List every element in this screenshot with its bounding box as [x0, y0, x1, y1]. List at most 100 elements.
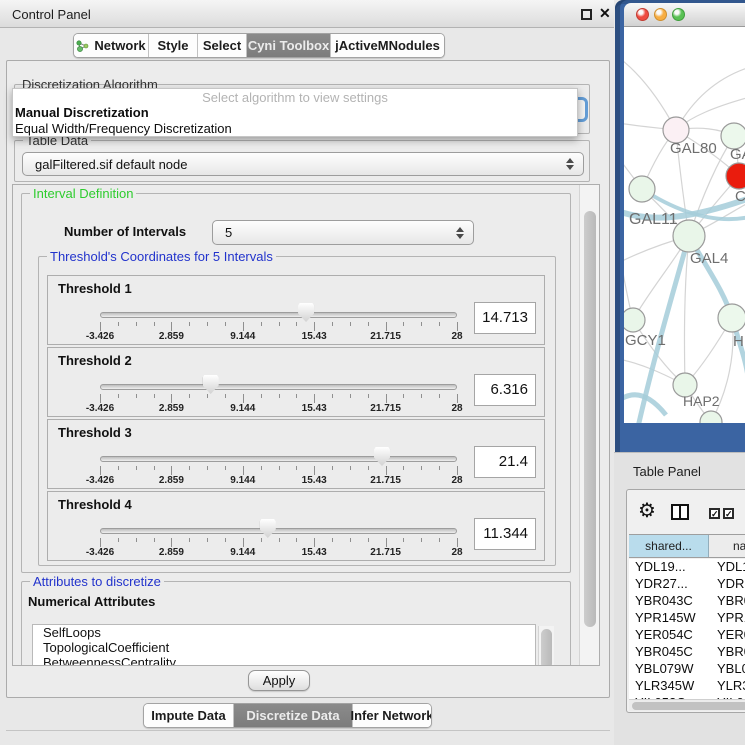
- numerical-attributes-list[interactable]: SelfLoopsTopologicalCoefficientBetweenne…: [32, 624, 536, 666]
- slider-tick-labels: -3.4262.8599.14415.4321.71528: [100, 403, 457, 415]
- table-cell-name: YLR3: [709, 678, 745, 695]
- settings-scroll-viewport: Interval Definition Number of Intervals …: [12, 184, 600, 666]
- tab-impute-data[interactable]: Impute Data: [144, 704, 234, 727]
- close-traffic-light[interactable]: [636, 8, 649, 21]
- number-of-intervals-label: Number of Intervals: [64, 224, 186, 239]
- attribute-list-item[interactable]: TopologicalCoefficient: [33, 640, 535, 655]
- tab-discretize-data[interactable]: Discretize Data: [234, 704, 353, 727]
- table-cell-shared: YBL079W: [629, 661, 709, 678]
- threshold-value-field[interactable]: 21.4: [474, 446, 536, 478]
- attribute-browser-panel: ⚙ ✓ ✓ shared... na YDL19...YDL1YDR27...Y…: [626, 489, 745, 713]
- threshold-row: Threshold 4 -3.4262.8599.14415.4321.71528…: [47, 491, 545, 561]
- column-header-name[interactable]: na: [709, 535, 745, 557]
- table-row[interactable]: YBR045CYBR0: [629, 644, 745, 661]
- slider-track[interactable]: [100, 528, 457, 534]
- table-cell-name: YBR0: [709, 593, 745, 610]
- tab-cyni-toolbox[interactable]: Cyni Toolbox: [247, 34, 331, 57]
- table-row[interactable]: YPR145WYPR1: [629, 610, 745, 627]
- table-cell-name: YDR2: [709, 576, 745, 593]
- combo-arrows-icon: [566, 158, 574, 170]
- spinner-arrows-icon: [456, 227, 464, 239]
- threshold-row: Threshold 3-3.4262.8599.14415.4321.71528…: [47, 419, 545, 489]
- table-row[interactable]: YBR043CYBR0: [629, 593, 745, 610]
- select-all-icon[interactable]: ✓: [709, 508, 720, 519]
- table-cell-name: YPR1: [709, 610, 745, 627]
- close-icon[interactable]: ✕: [599, 5, 611, 22]
- threshold-value-field[interactable]: 6.316: [474, 374, 536, 406]
- float-window-icon[interactable]: [581, 9, 592, 20]
- table-cell-shared: YPR145W: [629, 610, 709, 627]
- tab-label: jActiveMNodules: [335, 38, 440, 53]
- table-row[interactable]: YLR345WYLR3: [629, 678, 745, 695]
- control-panel-header: Control Panel ✕: [0, 0, 614, 28]
- tab-infer-network[interactable]: Infer Network: [353, 704, 431, 727]
- slider-track[interactable]: [100, 384, 457, 390]
- table-row[interactable]: YER054CYER0: [629, 627, 745, 644]
- table-hscrollbar[interactable]: [629, 699, 745, 711]
- right-node[interactable]: [718, 304, 745, 332]
- tab-style[interactable]: Style: [149, 34, 198, 57]
- slider-track[interactable]: [100, 456, 457, 462]
- slider-thumb[interactable]: [260, 519, 276, 538]
- table-header-row: shared... na: [629, 534, 745, 558]
- split-columns-icon[interactable]: [671, 504, 689, 520]
- attribute-list-item[interactable]: SelfLoops: [33, 625, 535, 640]
- slider-track[interactable]: [100, 312, 457, 318]
- attributes-scrollbar-thumb[interactable]: [541, 629, 552, 666]
- table-panel-title: Table Panel: [633, 464, 701, 479]
- minimize-traffic-light[interactable]: [654, 8, 667, 21]
- network-icon: [76, 39, 89, 52]
- tab-label: Impute Data: [151, 708, 225, 723]
- tab-label: Style: [157, 38, 188, 53]
- slider-tick-labels: -3.4262.8599.14415.4321.71528: [100, 475, 457, 487]
- threshold-label: Threshold 4: [58, 497, 132, 512]
- gear-icon[interactable]: ⚙: [638, 498, 656, 523]
- network-window-titlebar[interactable]: [624, 3, 745, 27]
- column-header-shared[interactable]: shared...: [629, 535, 709, 557]
- network-view-canvas[interactable]: GAL80GACGAL11GAL4GCY1HHAP2: [624, 27, 745, 423]
- table-row[interactable]: YDR27...YDR2: [629, 576, 745, 593]
- tab-label: Cyni Toolbox: [248, 38, 329, 53]
- tab-select[interactable]: Select: [198, 34, 247, 57]
- panel-title: Control Panel: [12, 7, 91, 22]
- table-cell-shared: YER054C: [629, 627, 709, 644]
- number-of-intervals-spinner[interactable]: 5: [212, 220, 474, 245]
- network-node-label: GAL4: [690, 250, 728, 267]
- gal11-node[interactable]: [629, 176, 655, 202]
- table-panel: Table Panel ⚙ ✓ ✓ shared... na YDL19...Y…: [614, 452, 745, 745]
- threshold-value-field[interactable]: 14.713: [474, 302, 536, 334]
- slider-thumb[interactable]: [203, 375, 219, 394]
- network-window[interactable]: GAL80GACGAL11GAL4GCY1HHAP2: [615, 0, 745, 452]
- apply-button[interactable]: Apply: [248, 670, 310, 691]
- table-data-combobox[interactable]: galFiltered.sif default node: [22, 152, 584, 176]
- network-node-label: GA: [730, 146, 745, 163]
- network-node-label: HAP2: [683, 393, 720, 409]
- slider-tick-labels: -3.4262.8599.14415.4321.71528: [100, 547, 457, 559]
- tab-label: Select: [203, 38, 241, 53]
- network-edge: [676, 67, 745, 130]
- table-cell-shared: YLR345W: [629, 678, 709, 695]
- tab-network[interactable]: Network: [74, 34, 149, 57]
- settings-scrollbar-thumb[interactable]: [584, 211, 596, 627]
- algorithm-option-equal-width[interactable]: Equal Width/Frequency Discretization: [15, 121, 232, 136]
- settings-scrollbar[interactable]: [579, 185, 599, 665]
- table-row[interactable]: YDL19...YDL1: [629, 559, 745, 576]
- algorithm-option-manual[interactable]: Manual Discretization: [15, 105, 149, 120]
- network-node-label: GCY1: [625, 332, 666, 349]
- attribute-list-item[interactable]: BetweennessCentrality: [33, 655, 535, 666]
- tab-jactivemnodules[interactable]: jActiveMNodules: [331, 34, 444, 57]
- table-hscrollbar-thumb[interactable]: [632, 702, 745, 710]
- attributes-box: Attributes to discretize Numerical Attri…: [21, 581, 571, 666]
- select-all-icon[interactable]: ✓: [723, 508, 734, 519]
- slider-thumb[interactable]: [374, 447, 390, 466]
- attributes-title: Attributes to discretize: [30, 574, 164, 589]
- zoom-traffic-light[interactable]: [672, 8, 685, 21]
- table-cell-shared: YBR043C: [629, 593, 709, 610]
- gal4-node[interactable]: [673, 220, 705, 252]
- threshold-row: Threshold 2-3.4262.8599.14415.4321.71528…: [47, 347, 545, 417]
- table-row[interactable]: YBL079WYBL0: [629, 661, 745, 678]
- gcy1-node[interactable]: [624, 308, 645, 332]
- slider-thumb[interactable]: [298, 303, 314, 322]
- attributes-scrollbar[interactable]: [538, 626, 554, 666]
- threshold-value-field[interactable]: 11.344: [474, 518, 536, 550]
